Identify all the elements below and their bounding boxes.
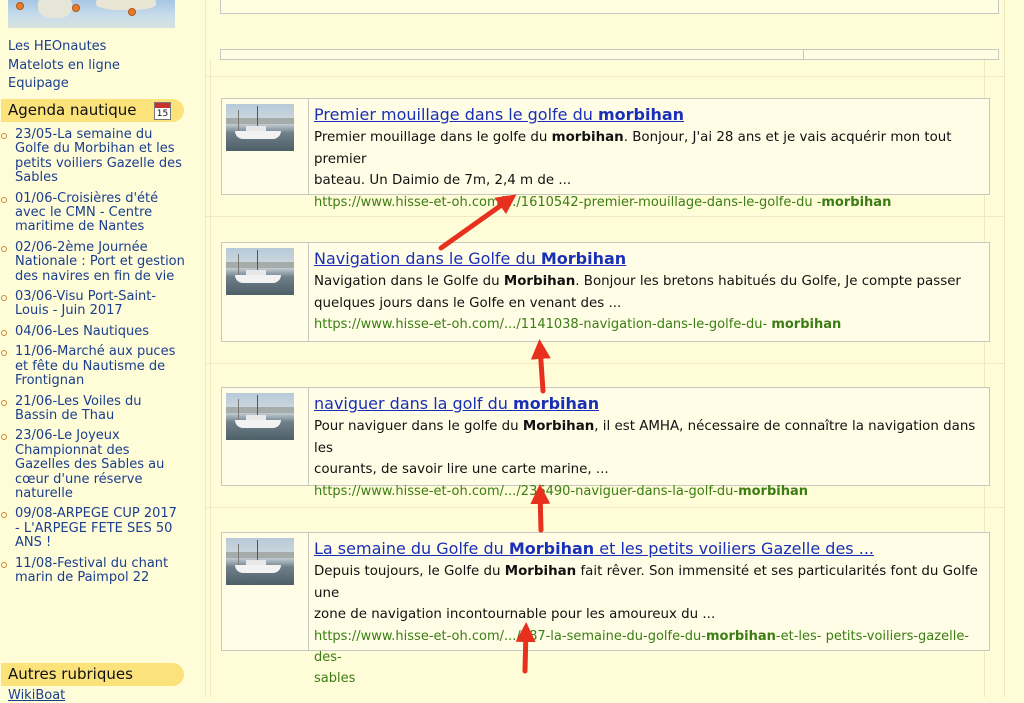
arrow-4 [515,622,536,674]
arrow-1 [438,194,517,251]
arrow-2 [530,339,551,394]
arrow-3 [530,484,551,533]
annotation-arrows [438,194,551,674]
